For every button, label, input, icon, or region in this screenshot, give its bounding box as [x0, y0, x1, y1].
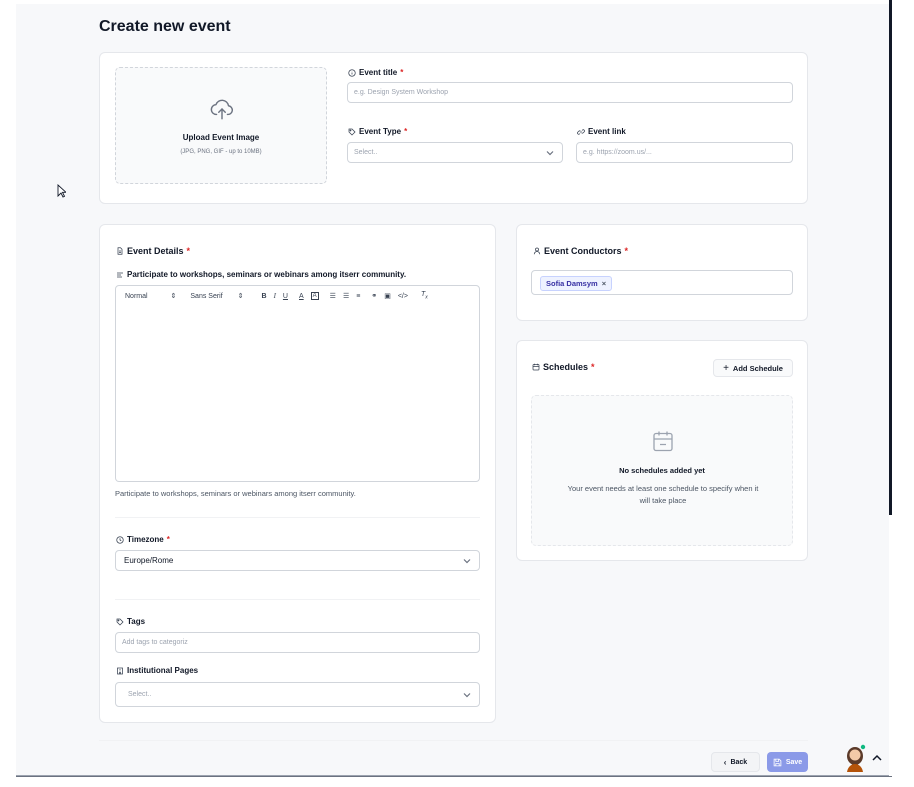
rich-text-editor[interactable] [115, 306, 480, 482]
event-link-label-text: Event link [588, 127, 626, 136]
required-mark: * [624, 246, 629, 256]
save-icon [773, 758, 782, 766]
tags-input[interactable]: Add tags to categoriz [115, 632, 480, 653]
empty-state-description: Your event needs at least one schedule t… [567, 484, 759, 505]
event-details-label: Event Details * [116, 246, 190, 256]
add-schedule-button[interactable]: + Add Schedule [713, 359, 793, 377]
format-select[interactable]: Normal ⇕ [125, 292, 183, 300]
event-title-label: Event title * [348, 68, 403, 77]
required-mark: * [166, 535, 170, 544]
image-icon[interactable]: ▣ [384, 292, 391, 300]
event-type-label-text: Event Type [359, 127, 402, 136]
divider [115, 599, 480, 600]
event-type-select[interactable]: Select.. [347, 142, 563, 163]
chevron-down-icon [463, 693, 471, 698]
font-select[interactable]: Sans Serif ⇕ [190, 292, 250, 300]
event-link-input[interactable]: e.g. https://zoom.us/... [576, 142, 793, 163]
close-icon[interactable]: × [602, 279, 606, 288]
font-select-value: Sans Serif [190, 293, 223, 300]
chevron-down-icon [546, 151, 554, 156]
institutional-pages-select[interactable]: Select.. [115, 682, 480, 707]
building-icon [117, 667, 123, 674]
upload-label: Upload Event Image [182, 133, 260, 142]
schedules-empty-state: No schedules added yet Your event needs … [531, 395, 793, 546]
mouse-cursor-icon [57, 184, 66, 198]
institutional-pages-label: Institutional Pages [116, 666, 198, 675]
chevron-up-icon[interactable] [872, 754, 882, 762]
link-icon [577, 128, 585, 135]
page-title: Create new event [99, 18, 231, 35]
required-mark: * [400, 68, 404, 77]
bullet-list-icon[interactable]: ☰ [343, 292, 349, 300]
tags-placeholder: Add tags to categoriz [122, 639, 188, 646]
event-details-subtitle: Participate to workshops, seminars or we… [116, 270, 406, 279]
document-icon [117, 247, 123, 255]
event-conductors-label-text: Event Conductors [544, 246, 622, 256]
event-details-subtitle-text: Participate to workshops, seminars or we… [127, 270, 407, 279]
institutional-pages-placeholder: Select.. [128, 691, 152, 698]
clock-icon [116, 535, 124, 544]
text-color-icon[interactable]: A [299, 293, 304, 300]
timezone-value: Europe/Rome [124, 556, 174, 565]
code-icon[interactable]: </> [398, 293, 408, 300]
format-select-value: Normal [125, 293, 148, 300]
event-title-label-text: Event title [359, 68, 398, 77]
required-mark: * [591, 362, 595, 372]
event-type-label: Event Type * [348, 127, 407, 136]
event-link-placeholder: e.g. https://zoom.us/... [583, 149, 652, 156]
add-schedule-label: Add Schedule [732, 363, 783, 373]
footer-divider [99, 740, 808, 741]
chevron-left-icon: ‹ [723, 757, 727, 767]
tag-icon [348, 128, 356, 136]
empty-state-title: No schedules added yet [619, 466, 705, 475]
chevron-down-icon [463, 559, 471, 564]
plus-icon: + [723, 362, 729, 374]
bold-icon[interactable]: B [262, 293, 267, 300]
schedules-label-text: Schedules [543, 362, 589, 372]
save-label: Save [785, 758, 803, 766]
save-button[interactable]: Save [767, 752, 808, 772]
back-button[interactable]: ‹ Back [711, 752, 760, 772]
event-conductors-label: Event Conductors * [533, 246, 628, 256]
institutional-pages-label-text: Institutional Pages [127, 666, 199, 675]
clear-format-icon[interactable]: Tx [421, 291, 428, 300]
cloud-upload-icon [210, 99, 233, 120]
italic-icon[interactable]: I [274, 292, 276, 300]
event-type-placeholder: Select.. [354, 149, 378, 156]
tags-label: Tags [116, 617, 145, 626]
conductor-chip: Sofia Damsym × [540, 276, 613, 291]
ordered-list-icon[interactable]: ☰ [330, 292, 336, 300]
timezone-label-text: Timezone [127, 535, 164, 544]
event-title-placeholder: e.g. Design System Workshop [354, 89, 449, 96]
link-icon[interactable]: ⚭ [371, 292, 377, 300]
background-color-icon[interactable]: A [310, 292, 319, 300]
event-details-helper: Participate to workshops, seminars or we… [115, 489, 356, 498]
back-label: Back [730, 758, 748, 766]
underline-icon[interactable]: U [283, 293, 288, 300]
tags-label-text: Tags [127, 617, 146, 626]
bottom-edge [16, 776, 892, 777]
divider [115, 517, 480, 518]
avatar[interactable] [844, 744, 866, 772]
timezone-select[interactable]: Europe/Rome [115, 550, 480, 571]
tag-icon [116, 618, 124, 626]
required-mark: * [186, 246, 191, 256]
user-icon [533, 247, 541, 255]
align-icon[interactable]: ≡ [356, 293, 360, 300]
required-mark: * [404, 127, 408, 136]
rich-text-toolbar: Normal ⇕ Sans Serif ⇕ B I U A A ☰ ☰ ≡ ⚭ … [115, 285, 480, 307]
calendar-icon [653, 431, 673, 452]
event-details-label-text: Event Details [127, 246, 184, 256]
info-icon [348, 68, 356, 77]
calendar-icon [532, 363, 540, 371]
event-link-label: Event link [577, 127, 626, 136]
upload-hint: (JPG, PNG, GIF - up to 10MB) [180, 149, 262, 155]
schedules-label: Schedules * [532, 362, 595, 372]
image-upload-dropzone[interactable]: Upload Event Image (JPG, PNG, GIF - up t… [115, 67, 327, 184]
vertical-scrollbar[interactable] [889, 0, 892, 515]
conductor-chip-label: Sofia Damsym [546, 279, 598, 288]
text-align-icon [117, 272, 123, 277]
timezone-label: Timezone * [116, 535, 170, 544]
event-title-input[interactable]: e.g. Design System Workshop [347, 82, 793, 103]
